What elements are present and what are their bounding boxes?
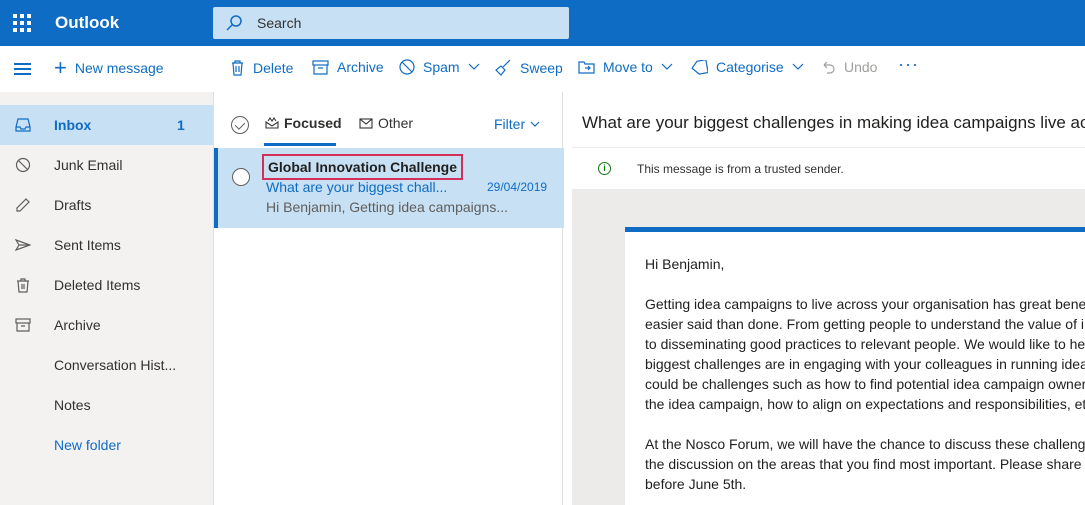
- sweep-label: Sweep: [520, 59, 563, 76]
- folder-move-icon: [578, 61, 595, 74]
- spam-button[interactable]: Spam: [399, 59, 480, 75]
- archive-label: Archive: [337, 59, 384, 75]
- new-folder-link[interactable]: New folder: [0, 425, 213, 465]
- junk-icon: [15, 157, 31, 173]
- message-list: Focused Other Filter Global Innovation C…: [213, 92, 564, 505]
- active-tab-indicator: [264, 143, 336, 146]
- folder-pane: Inbox 1 Junk Email Drafts Sent Items Del…: [0, 92, 213, 505]
- sidebar-item-drafts[interactable]: Drafts: [0, 185, 213, 225]
- more-options-button[interactable]: ···: [898, 54, 919, 75]
- trash-icon: [17, 278, 29, 293]
- email-body-line: the idea campaign, how to align on expec…: [645, 396, 1085, 412]
- categorise-button[interactable]: Categorise: [691, 59, 804, 75]
- tab-other[interactable]: Other: [359, 115, 413, 131]
- archive-icon: [15, 318, 31, 332]
- info-icon: i: [598, 162, 611, 175]
- sidebar-item-label: Drafts: [54, 197, 92, 213]
- sidebar-item-deleted-items[interactable]: Deleted Items: [0, 265, 213, 305]
- tab-label: Other: [378, 115, 414, 131]
- archive-icon: [312, 59, 329, 75]
- move-to-button[interactable]: Move to: [578, 59, 673, 75]
- email-body-line: Getting idea campaigns to live across yo…: [645, 296, 1085, 312]
- new-folder-label: New folder: [54, 437, 121, 453]
- reading-pane: What are your biggest challenges in maki…: [564, 92, 1085, 505]
- email-body-line: biggest challenges are in engaging with …: [645, 356, 1085, 372]
- delete-button[interactable]: Delete: [230, 59, 293, 76]
- email-body: Hi Benjamin, Getting idea campaigns to l…: [625, 227, 1085, 505]
- trash-icon: [232, 60, 243, 76]
- sidebar-item-label: Inbox: [54, 117, 92, 133]
- sidebar-item-conversation-history[interactable]: Conversation Hist...: [0, 345, 213, 385]
- filter-label: Filter: [494, 116, 526, 132]
- send-icon: [15, 239, 31, 251]
- sidebar-item-label: Junk Email: [54, 157, 123, 173]
- trusted-sender-text: This message is from a trusted sender.: [637, 162, 844, 176]
- search-input[interactable]: [257, 12, 557, 34]
- sidebar-item-label: Deleted Items: [54, 277, 141, 293]
- sweep-button[interactable]: Sweep: [495, 59, 563, 76]
- focused-inbox-icon: [265, 117, 279, 129]
- email-body-line: the discussion on the areas that you fin…: [645, 456, 1082, 472]
- email-body-line: easier said than done. From getting peop…: [645, 316, 1084, 332]
- sidebar-item-label: Notes: [54, 397, 91, 413]
- message-list-header: Focused Other Filter: [214, 92, 564, 148]
- inbox-icon: [15, 118, 31, 132]
- tab-label: Focused: [284, 115, 342, 131]
- filter-button[interactable]: Filter: [494, 116, 540, 132]
- hamburger-menu-icon[interactable]: [14, 63, 31, 75]
- undo-icon: [823, 61, 835, 74]
- search-box[interactable]: [213, 7, 569, 39]
- select-all-checkbox[interactable]: [231, 116, 249, 134]
- email-body-line: could be challenges such as how to find …: [645, 376, 1085, 392]
- archive-button[interactable]: Archive: [312, 59, 384, 75]
- new-message-label: New message: [74, 60, 164, 76]
- new-message-button[interactable]: + New message: [54, 55, 164, 80]
- undo-label: Undo: [844, 59, 878, 75]
- plus-icon: +: [54, 55, 67, 80]
- sidebar-item-label: Conversation Hist...: [54, 357, 177, 373]
- message-date: 29/04/2019: [487, 180, 548, 194]
- message-select-radio[interactable]: [232, 168, 250, 186]
- envelope-icon: [359, 117, 373, 129]
- delete-label: Delete: [253, 59, 294, 76]
- message-subject: What are your biggest chall...: [266, 179, 448, 195]
- message-sender: Global Innovation Challenge: [262, 154, 464, 180]
- sidebar-item-inbox[interactable]: Inbox 1: [0, 105, 213, 145]
- categorise-label: Categorise: [716, 59, 784, 75]
- spam-label: Spam: [423, 59, 460, 75]
- sidebar-item-label: Sent Items: [54, 237, 121, 253]
- top-bar: Outlook: [0, 0, 1085, 46]
- app-launcher-icon[interactable]: [13, 14, 31, 32]
- tag-icon: [691, 59, 708, 75]
- block-icon: [399, 59, 415, 75]
- unread-count-badge: 1: [177, 117, 185, 133]
- chevron-down-icon: [468, 63, 480, 70]
- email-body-line: At the Nosco Forum, we will have the cha…: [645, 436, 1085, 452]
- app-title[interactable]: Outlook: [55, 13, 119, 33]
- chevron-down-icon: [530, 121, 540, 127]
- broom-icon: [495, 59, 511, 76]
- undo-button[interactable]: Undo: [820, 59, 877, 75]
- trusted-sender-banner: i This message is from a trusted sender.: [572, 147, 1085, 189]
- sidebar-item-label: Archive: [54, 317, 101, 333]
- tab-focused[interactable]: Focused: [265, 115, 342, 131]
- email-greeting: Hi Benjamin,: [645, 256, 725, 272]
- message-preview: Hi Benjamin, Getting idea campaigns...: [266, 199, 509, 215]
- sidebar-item-archive[interactable]: Archive: [0, 305, 213, 345]
- sidebar-item-sent-items[interactable]: Sent Items: [0, 225, 213, 265]
- command-bar: + New message Delete Archive Spam Sweep …: [0, 46, 1085, 92]
- list-item[interactable]: Global Innovation Challenge What are you…: [214, 148, 564, 228]
- pencil-icon: [16, 198, 30, 212]
- email-body-line: before June 5th.: [645, 476, 747, 492]
- email-subject-title: What are your biggest challenges in maki…: [582, 113, 1085, 132]
- email-body-area: Hi Benjamin, Getting idea campaigns to l…: [572, 189, 1085, 505]
- email-body-line: to disseminating good practices to relev…: [645, 336, 1085, 352]
- sidebar-item-notes[interactable]: Notes: [0, 385, 213, 425]
- chevron-down-icon: [661, 63, 673, 70]
- chevron-down-icon: [792, 63, 804, 70]
- sidebar-item-junk-email[interactable]: Junk Email: [0, 145, 213, 185]
- search-icon: [226, 15, 242, 31]
- move-to-label: Move to: [603, 59, 653, 75]
